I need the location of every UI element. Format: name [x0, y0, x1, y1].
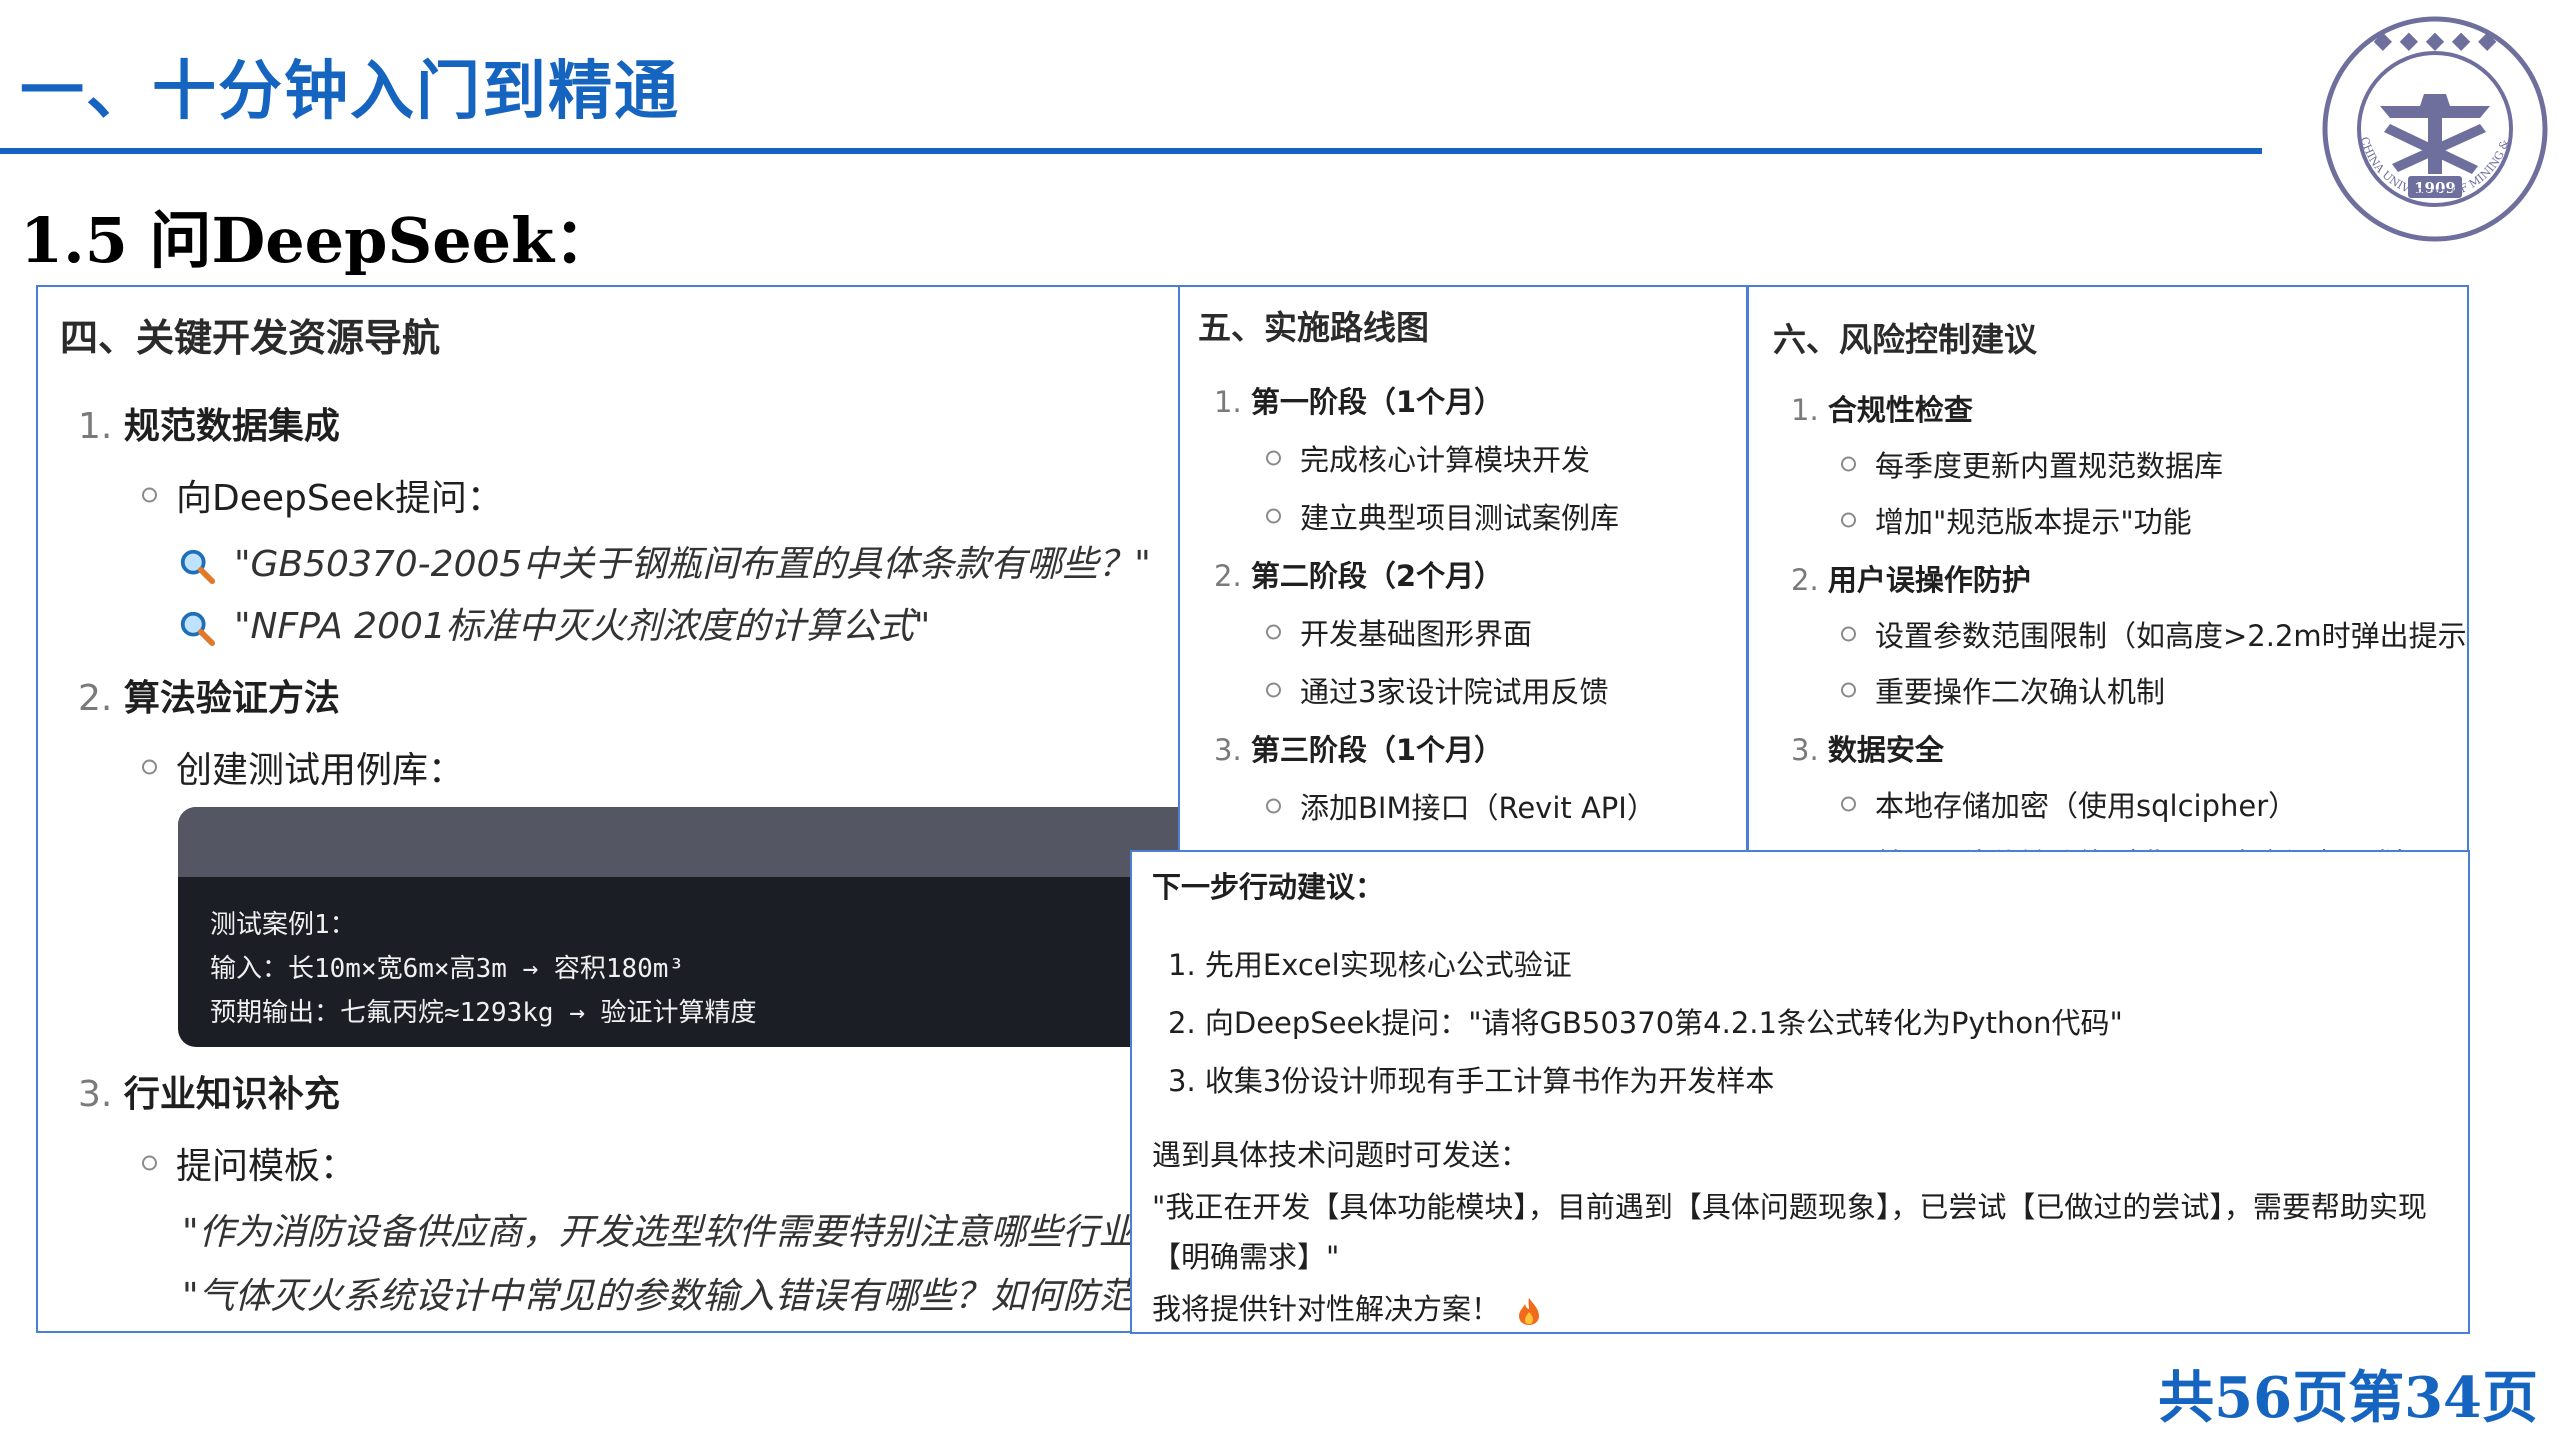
list-subitem: 每季度更新内置规范数据库 [1841, 443, 2223, 485]
university-seal-icon: 1909 CHINA UNIVERSITY OF MINING & TECHNO… [2320, 14, 2548, 242]
list-subitem: 本地存储加密（使用sqlcipher） [1841, 783, 2297, 825]
fire-icon [1519, 1298, 1540, 1325]
list-subitem: 设置参数范围限制（如高度>2.2m时弹出提示） [1841, 613, 2467, 655]
svg-text:◆ ◆ ◆ ◆ ◆: ◆ ◆ ◆ ◆ ◆ [2374, 26, 2497, 54]
list-item: 2. 算法验证方法 [78, 678, 340, 719]
code-line: 测试案例1： [210, 910, 356, 940]
page-counter: 共56页第34页 [2158, 1365, 2538, 1431]
list-subitem: 添加BIM接口（Revit API） [1266, 785, 1656, 827]
list-item: 1. 第一阶段（1个月） [1214, 385, 1504, 419]
code-line: 预期输出：七氟丙烷≈1293kg → 验证计算精度 [210, 998, 757, 1028]
list-item: 2. 用户误操作防护 [1791, 563, 2031, 597]
panel-heading: 下一步行动建议： [1152, 870, 1385, 904]
list-item: 1. 合规性检查 [1791, 393, 1973, 427]
intro-text: 遇到具体技术问题时可发送： [1152, 1138, 1530, 1172]
list-subitem: 提问模板： [142, 1137, 356, 1189]
template-text: "我正在开发【具体功能模块】，目前遇到【具体问题现象】，已尝试【已做过的尝试】，… [1152, 1190, 2427, 1224]
panel-heading: 四、关键开发资源导航 [60, 316, 441, 360]
roadmap-panel: 五、实施路线图 1. 第一阶段（1个月） 完成核心计算模块开发 建立典型项目测试… [1178, 285, 1748, 855]
panel-heading: 五、实施路线图 [1198, 308, 1429, 347]
risk-control-panel: 六、风险控制建议 1. 合规性检查 每季度更新内置规范数据库 增加"规范版本提示… [1747, 285, 2469, 855]
list-item: 3. 第三阶段（1个月） [1214, 733, 1504, 767]
step-item: 1. 先用Excel实现核心公式验证 [1168, 948, 1572, 982]
template-text: 【明确需求】" [1152, 1240, 1340, 1274]
prompt-quote: "GB50370-2005中关于钢瓶间布置的具体条款有哪些？" [178, 535, 1151, 587]
prompt-quote: "NFPA 2001标准中灭火剂浓度的计算公式" [178, 597, 930, 649]
list-item: 1. 规范数据集成 [78, 406, 340, 447]
list-item: 2. 第二阶段（2个月） [1214, 559, 1504, 593]
section-heading: 1.5 问DeepSeek： [20, 204, 617, 277]
list-subitem: 通过3家设计院试用反馈 [1266, 669, 1608, 711]
list-subitem: 重要操作二次确认机制 [1841, 669, 2165, 711]
step-item: 3. 收集3份设计师现有手工计算书作为开发样本 [1168, 1064, 1775, 1098]
list-item: 3. 行业知识补充 [78, 1074, 340, 1115]
code-line: 输入：长10m×宽6m×高3m → 容积180m³ [210, 954, 685, 984]
slide-title: 一、十分钟入门到精通 [20, 54, 680, 129]
list-item: 3. 数据安全 [1791, 733, 1944, 767]
step-item: 2. 向DeepSeek提问："请将GB50370第4.2.1条公式转化为Pyt… [1168, 1006, 2123, 1040]
magnifier-icon [180, 611, 216, 647]
closing-text: 我将提供针对性解决方案！ [1152, 1286, 1542, 1328]
title-divider [0, 148, 2262, 154]
list-subitem: 建立典型项目测试案例库 [1266, 495, 1619, 537]
list-subitem: 向DeepSeek提问： [142, 469, 503, 521]
magnifier-icon [180, 549, 216, 585]
prompt-quote: "气体灭火系统设计中常见的参数输入错误有哪些？如何防范？ [182, 1276, 1171, 1317]
next-steps-panel: 下一步行动建议： 1. 先用Excel实现核心公式验证 2. 向DeepSeek… [1130, 850, 2470, 1334]
code-block: 测试案例1： 输入：长10m×宽6m×高3m → 容积180m³ 预期输出：七氟… [178, 807, 1178, 1047]
code-block-header [178, 807, 1178, 877]
resources-panel: 四、关键开发资源导航 1. 规范数据集成 向DeepSeek提问： "GB503… [36, 285, 1180, 1333]
list-subitem: 增加"规范版本提示"功能 [1841, 499, 2192, 541]
list-subitem: 完成核心计算模块开发 [1266, 437, 1590, 479]
prompt-quote: "作为消防设备供应商，开发选型软件需要特别注意哪些行业特 [182, 1212, 1171, 1253]
panel-heading: 六、风险控制建议 [1773, 320, 2037, 359]
list-subitem: 开发基础图形界面 [1266, 611, 1532, 653]
list-subitem: 创建测试用例库： [142, 741, 464, 793]
